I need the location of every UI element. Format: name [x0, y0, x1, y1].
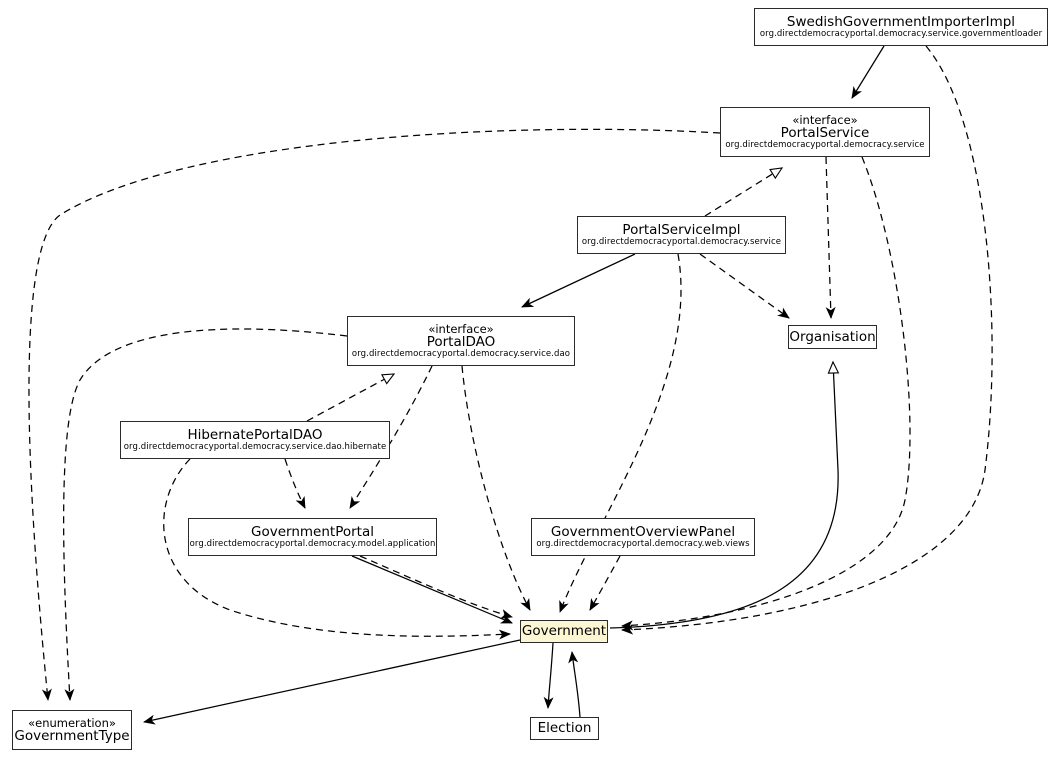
class-name: SwedishGovernmentImporterImpl	[786, 14, 1016, 31]
class-node-governmenttype[interactable]: «enumeration» GovernmentType	[12, 710, 132, 750]
class-node-organisation[interactable]: Organisation	[788, 325, 877, 349]
class-name: PortalService	[780, 125, 870, 142]
edge-portaldao-government	[461, 365, 531, 611]
uml-class-diagram: SwedishGovernmentImporterImpl org.direct…	[0, 0, 1057, 760]
class-name: Organisation	[789, 328, 876, 345]
class-node-swedishgovernmentimporterimpl[interactable]: SwedishGovernmentImporterImpl org.direct…	[754, 8, 1048, 46]
edge-portalserviceimpl-government	[559, 253, 682, 613]
class-node-portaldao[interactable]: «interface» PortalDAO org.directdemocrac…	[347, 316, 575, 366]
class-name: HibernatePortalDAO	[187, 427, 323, 444]
edge-swedishimporter-portalservice	[851, 45, 885, 99]
edge-portalserviceimpl-portalservice	[704, 167, 784, 217]
edge-hibernateportaldao-portaldao	[306, 373, 396, 422]
class-node-government[interactable]: Government	[520, 620, 608, 643]
class-package: org.directdemocracyportal.democracy.serv…	[725, 139, 925, 150]
class-package: org.directdemocracyportal.democracy.mode…	[189, 538, 436, 549]
edge-government-organisation	[609, 360, 840, 629]
class-name: GovernmentOverviewPanel	[550, 524, 736, 541]
class-package: org.directdemocracyportal.democracy.web.…	[536, 538, 750, 549]
edge-portalservice-organisation	[825, 156, 836, 319]
class-name: PortalDAO	[426, 334, 496, 351]
class-package: org.directdemocracyportal.democracy.serv…	[759, 28, 1043, 39]
class-node-governmentportal[interactable]: GovernmentPortal org.directdemocracyport…	[188, 518, 437, 556]
edge-election-government	[568, 651, 581, 718]
edge-portalserviceimpl-organisation	[699, 253, 790, 319]
class-name: GovernmentPortal	[251, 524, 374, 541]
edge-government-election	[543, 642, 554, 709]
edge-hibernateportaldao-governmentportal	[284, 458, 306, 509]
class-node-portalserviceimpl[interactable]: PortalServiceImpl org.directdemocracypor…	[577, 216, 786, 254]
class-node-hibernateportaldao[interactable]: HibernatePortalDAO org.directdemocracypo…	[120, 421, 390, 459]
class-node-portalservice[interactable]: «interface» PortalService org.directdemo…	[720, 107, 930, 157]
class-name: Election	[537, 720, 592, 737]
edge-portalservice-governmenttype	[28, 128, 721, 701]
class-node-governmentoverviewpanel[interactable]: GovernmentOverviewPanel org.directdemocr…	[531, 518, 755, 556]
edge-portaldao-governmenttype	[63, 328, 348, 701]
class-package: org.directdemocracyportal.democracy.serv…	[581, 236, 782, 247]
class-package: org.directdemocracyportal.democracy.serv…	[351, 348, 571, 359]
edge-portalserviceimpl-portaldao	[521, 253, 636, 308]
class-name: Government	[521, 623, 607, 640]
edge-government-governmenttype	[143, 639, 521, 725]
class-name: GovernmentType	[14, 727, 130, 744]
edge-governmentportal-government-assoc	[351, 555, 513, 624]
class-node-election[interactable]: Election	[530, 717, 599, 740]
class-package: org.directdemocracyportal.democracy.serv…	[123, 441, 387, 452]
edge-governmentoverviewpanel-government	[589, 555, 621, 611]
class-name: PortalServiceImpl	[622, 222, 741, 239]
edge-governmentportal-government-dep	[359, 555, 513, 619]
